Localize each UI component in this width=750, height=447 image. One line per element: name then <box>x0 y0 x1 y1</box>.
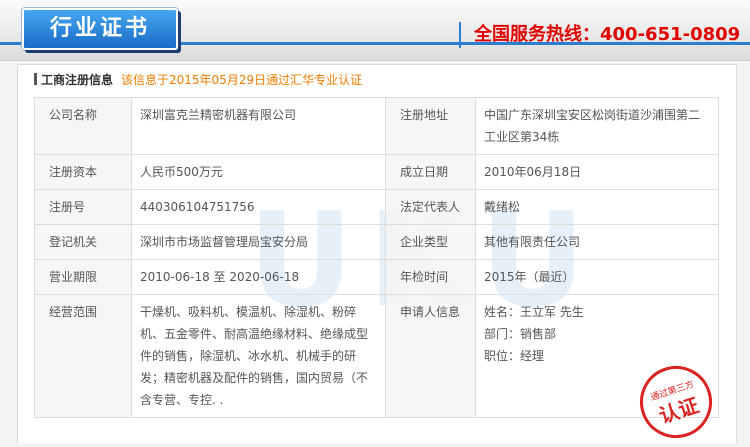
field-label: 营业期限 <box>34 259 132 295</box>
field-value: 戴绪松 <box>475 189 719 225</box>
field-label: 年检时间 <box>385 259 476 295</box>
field-label: 登记机关 <box>34 224 132 260</box>
certificate-panel: 工商注册信息该信息于2015年05月29日通过汇华专业认证 UKU 公司名称 深… <box>17 64 737 443</box>
field-value: 440306104751756 <box>131 189 386 225</box>
field-label: 注册地址 <box>385 97 476 155</box>
table-row: 登记机关 深圳市市场监督管理局宝安分局 企业类型 其他有限责任公司 <box>34 224 719 260</box>
service-hotline: 全国服务热线：400-651-0809 <box>474 24 741 45</box>
field-label: 成立日期 <box>385 154 476 190</box>
field-label: 企业类型 <box>385 224 476 260</box>
section-label: 工商注册信息 <box>41 73 114 87</box>
field-label: 公司名称 <box>34 97 132 155</box>
field-label: 经营范围 <box>34 294 132 418</box>
hotline-separator <box>459 22 461 48</box>
applicant-name: 姓名：王立军 先生 <box>484 305 584 319</box>
table-row: 注册号 440306104751756 法定代表人 戴绪松 <box>34 189 719 225</box>
field-label: 注册号 <box>34 189 132 225</box>
field-value: 其他有限责任公司 <box>475 224 719 260</box>
table-row: 营业期限 2010-06-18 至 2020-06-18 年检时间 2015年（… <box>34 259 719 295</box>
field-value: 深圳富克兰精密机器有限公司 <box>131 97 386 155</box>
verification-note: 该信息于2015年05月29日通过汇华专业认证 <box>121 73 363 87</box>
field-value: 深圳市市场监督管理局宝安分局 <box>131 224 386 260</box>
field-label: 法定代表人 <box>385 189 476 225</box>
table-row: 经营范围 干燥机、吸料机、模温机、除湿机、粉碎机、五金零件、耐高温绝缘材料、绝缘… <box>34 294 719 418</box>
field-label: 注册资本 <box>34 154 132 190</box>
field-label: 申请人信息 <box>385 294 476 418</box>
section-title: 工商注册信息 该信息于2015年05月29日通过汇华专业认证 <box>34 72 362 88</box>
applicant-department: 部门：销售部 <box>484 327 557 341</box>
business-scope-value: 干燥机、吸料机、模温机、除湿机、粉碎机、五金零件、耐高温绝缘材料、绝缘成型件的销… <box>131 294 386 418</box>
section-bar-icon <box>34 73 37 85</box>
field-value: 中国广东深圳宝安区松岗街道沙浦围第二工业区第34栋 <box>475 97 719 155</box>
page-title-tab: 行业证书 <box>22 8 178 50</box>
field-value: 2015年（最近） <box>475 259 719 295</box>
table-row: 公司名称 深圳富克兰精密机器有限公司 注册地址 中国广东深圳宝安区松岗街道沙浦围… <box>34 97 719 155</box>
table-row: 注册资本 人民币500万元 成立日期 2010年06月18日 <box>34 154 719 190</box>
field-value: 2010年06月18日 <box>475 154 719 190</box>
field-value: 2010-06-18 至 2020-06-18 <box>131 259 386 295</box>
registration-info-table: 公司名称 深圳富克兰精密机器有限公司 注册地址 中国广东深圳宝安区松岗街道沙浦围… <box>34 97 719 418</box>
page-header: 行业证书 全国服务热线：400-651-0809 <box>0 0 750 61</box>
field-value: 人民币500万元 <box>131 154 386 190</box>
applicant-title: 职位：经理 <box>484 349 545 363</box>
